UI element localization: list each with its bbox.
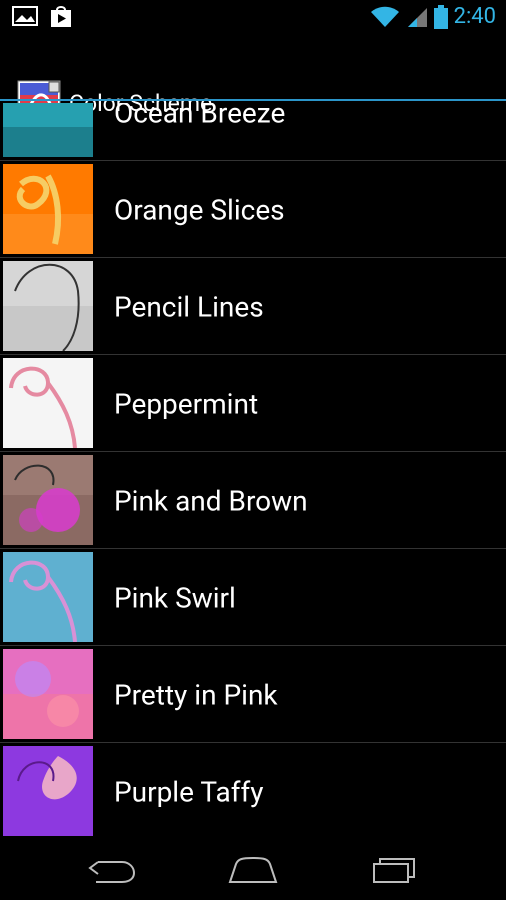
- scheme-thumbnail: [3, 164, 93, 254]
- play-store-icon: [51, 6, 71, 27]
- list-item-purple-taffy[interactable]: Purple Taffy: [0, 743, 506, 838]
- scheme-label: Pink and Brown: [114, 484, 308, 517]
- recent-apps-button[interactable]: [354, 848, 434, 892]
- navigation-bar: [0, 838, 506, 900]
- scheme-thumbnail: [3, 261, 93, 351]
- clock: 2:40: [453, 4, 496, 29]
- list-item-peppermint[interactable]: Peppermint: [0, 355, 506, 452]
- back-icon: [88, 861, 136, 883]
- scheme-label: Pencil Lines: [114, 290, 264, 323]
- scheme-label: Purple Taffy: [114, 775, 264, 808]
- scheme-thumbnail: [3, 358, 93, 448]
- image-icon: [12, 6, 38, 26]
- list-item-pink-and-brown[interactable]: Pink and Brown: [0, 452, 506, 549]
- scheme-thumbnail: [3, 455, 93, 545]
- wifi-icon: [370, 6, 399, 27]
- back-button[interactable]: [72, 848, 152, 892]
- signal-icon: [407, 8, 427, 27]
- system-icons: 2:40: [370, 4, 496, 30]
- list-item-pencil-lines[interactable]: Pencil Lines: [0, 258, 506, 355]
- list-item-ocean-breeze[interactable]: Ocean Breeze: [0, 103, 506, 161]
- action-bar: Color Scheme: [0, 34, 506, 124]
- list-item-orange-slices[interactable]: Orange Slices: [0, 161, 506, 258]
- home-button[interactable]: [213, 848, 293, 892]
- scheme-label: Ocean Breeze: [114, 103, 286, 129]
- battery-icon: [433, 5, 448, 29]
- list-item-pink-swirl[interactable]: Pink Swirl: [0, 549, 506, 646]
- scheme-label: Orange Slices: [114, 193, 285, 226]
- list-item-pretty-in-pink[interactable]: Pretty in Pink: [0, 646, 506, 743]
- scheme-thumbnail: [3, 552, 93, 642]
- scheme-thumbnail: [3, 103, 93, 157]
- status-bar: 2:40: [0, 0, 506, 34]
- home-icon: [228, 856, 278, 883]
- notification-icons: [12, 6, 72, 28]
- scheme-thumbnail: [3, 746, 93, 836]
- scheme-label: Peppermint: [114, 387, 259, 420]
- scheme-label: Pink Swirl: [114, 581, 236, 614]
- recent-apps-icon: [373, 858, 415, 883]
- scheme-list[interactable]: Ocean Breeze Orange Slices Pencil Lines: [0, 103, 506, 838]
- scheme-thumbnail: [3, 649, 93, 739]
- scheme-label: Pretty in Pink: [114, 678, 278, 711]
